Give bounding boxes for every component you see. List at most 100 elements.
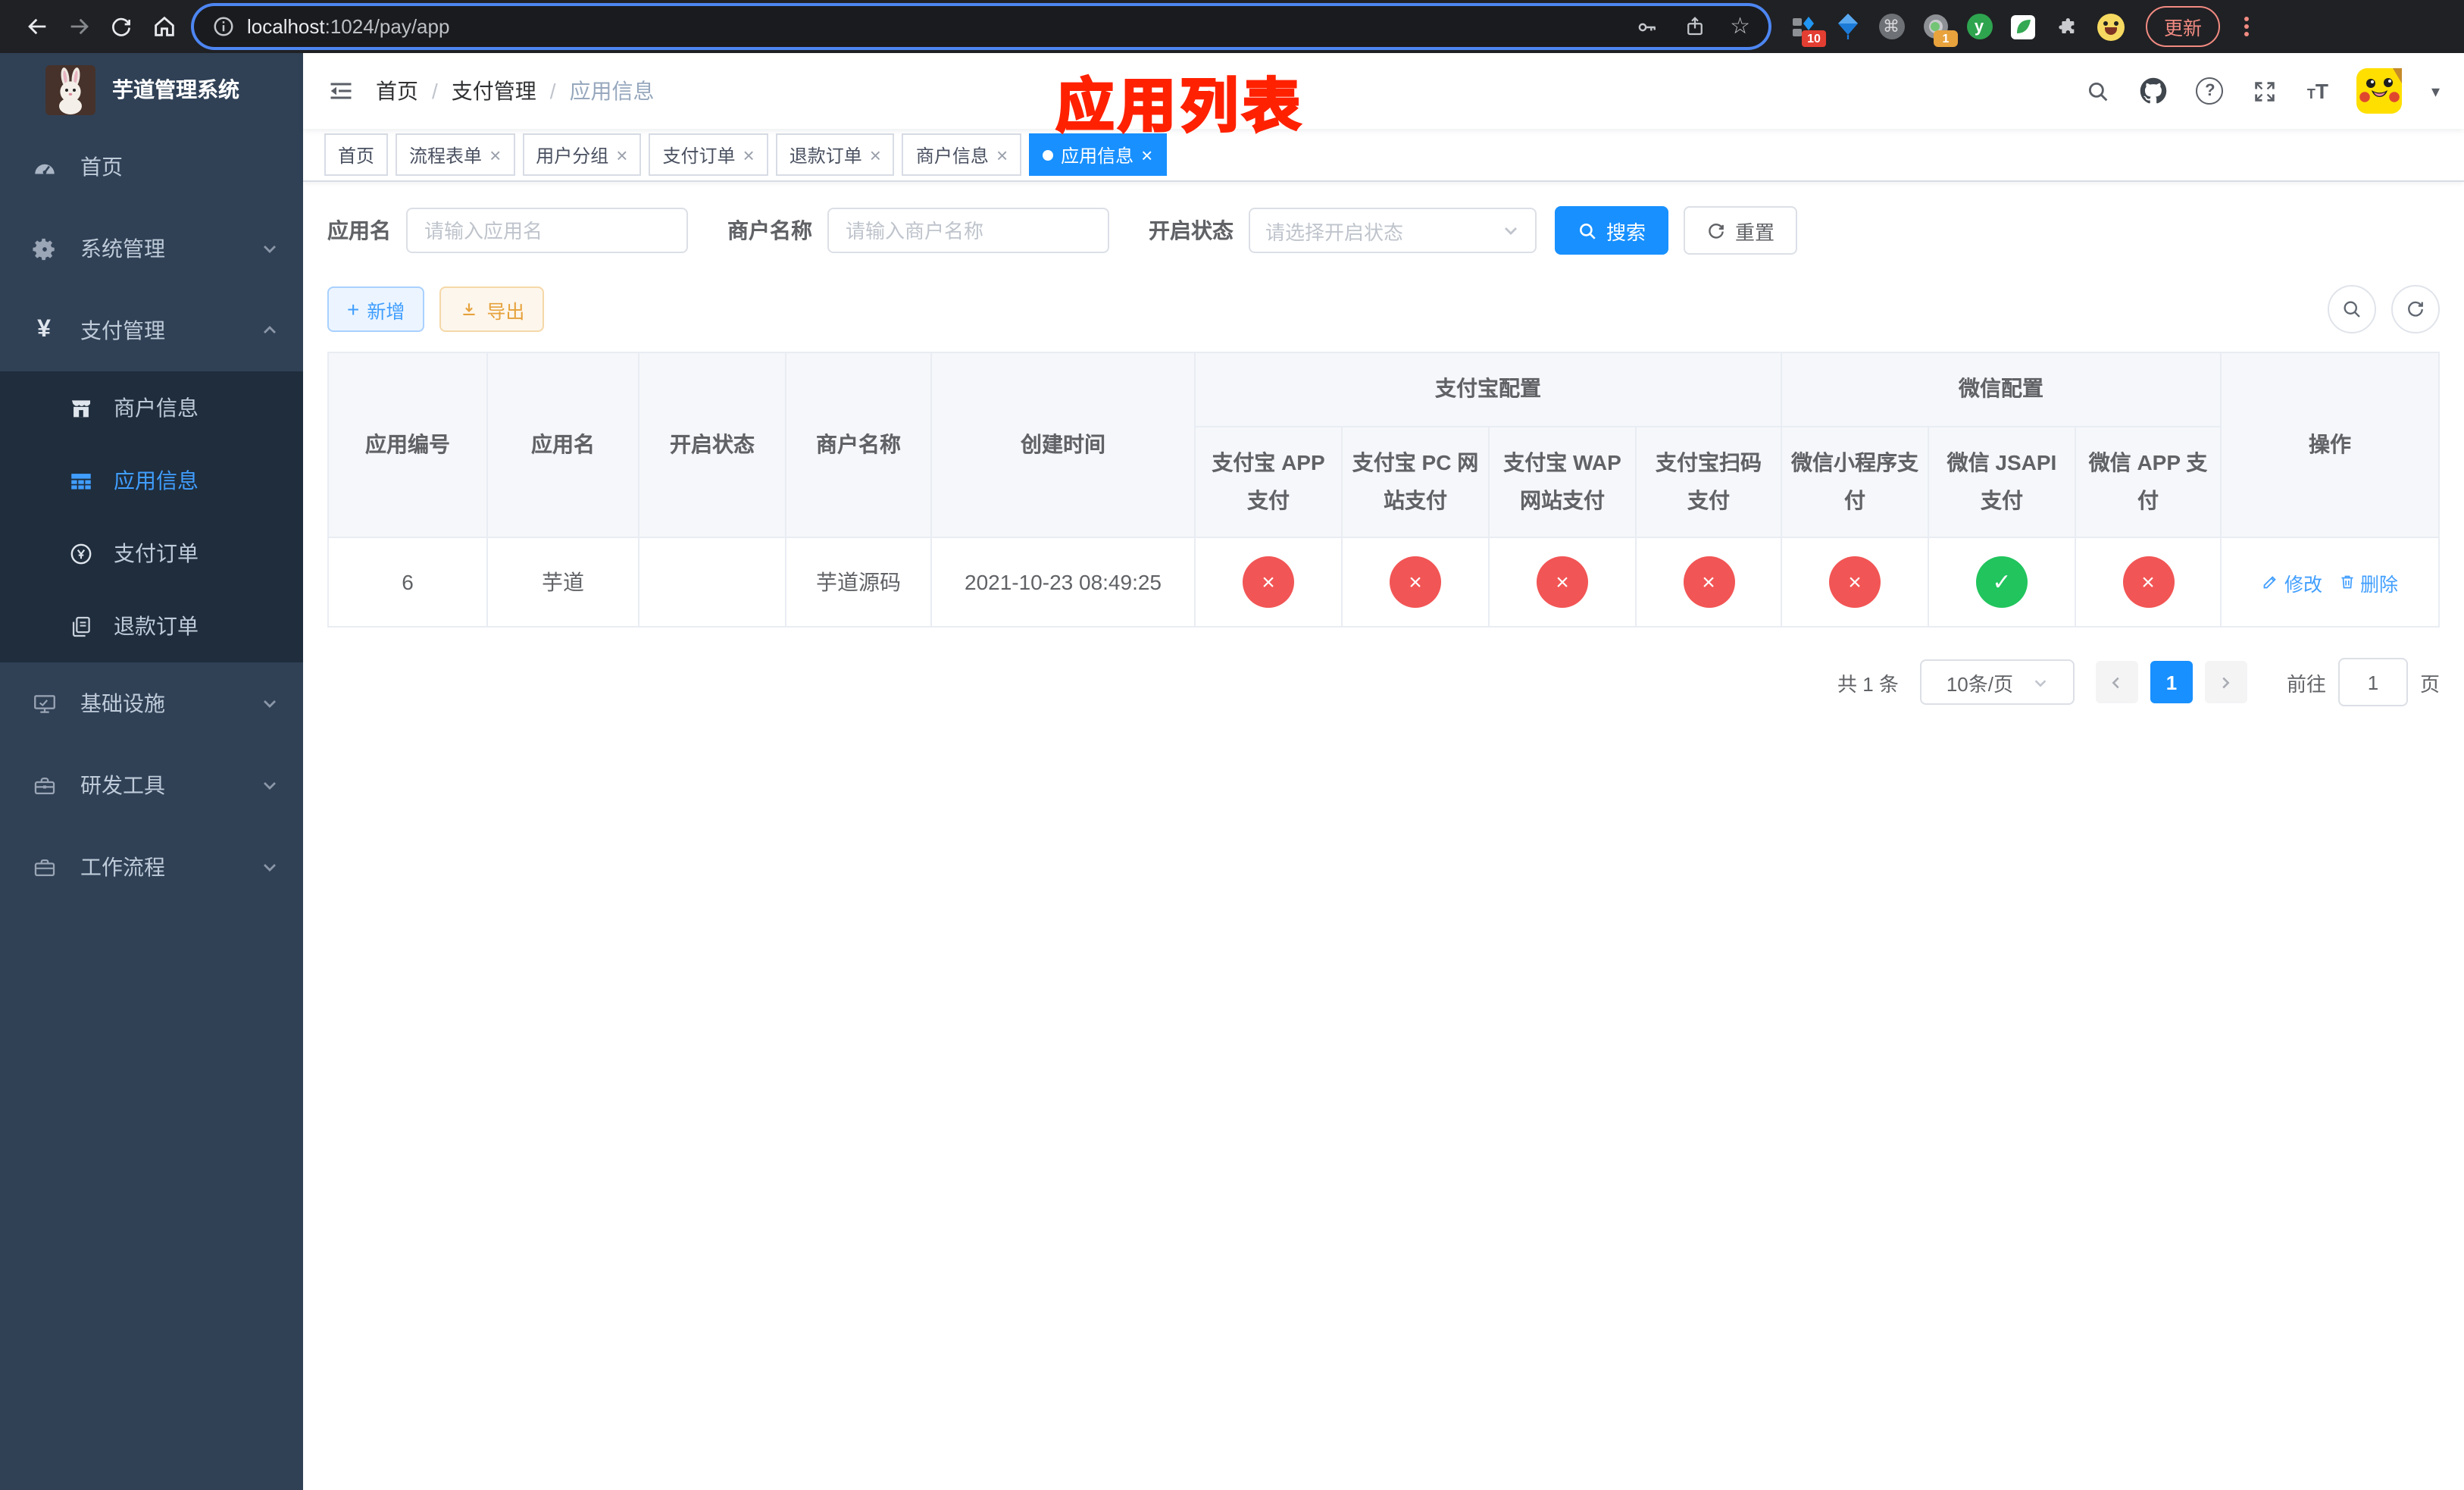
sidebar-item-system[interactable]: 系统管理	[0, 208, 303, 290]
close-icon[interactable]: ×	[743, 145, 755, 164]
next-page-button[interactable]	[2204, 661, 2247, 703]
column-header: 应用名	[486, 352, 639, 538]
sidebar-item-app-info[interactable]: 应用信息	[0, 444, 303, 517]
page-content: 应用名 商户名称 开启状态 请选择开启状态 搜索	[303, 182, 2464, 1490]
pagination: 共 1 条 10条/页 1 前往 1 页	[327, 658, 2440, 706]
storefront-icon	[67, 395, 94, 421]
browser-profile-avatar[interactable]	[2097, 13, 2125, 40]
avatar-dropdown-caret-icon[interactable]: ▾	[2431, 81, 2440, 101]
close-icon[interactable]: ×	[1141, 145, 1152, 164]
chevron-right-icon	[2223, 676, 2231, 688]
status-select[interactable]: 请选择开启状态	[1249, 208, 1537, 253]
github-icon[interactable]	[2140, 77, 2168, 105]
share-icon[interactable]	[1683, 15, 1706, 38]
search-button[interactable]: 搜索	[1555, 206, 1669, 255]
refresh-icon	[1709, 223, 1724, 238]
wechat-app-status-icon: ×	[2122, 556, 2174, 608]
toggle-search-button[interactable]	[2328, 285, 2376, 333]
extension-grid-icon[interactable]: 10	[1790, 13, 1826, 46]
browser-forward-button[interactable]	[58, 5, 100, 48]
breadcrumb-home[interactable]: 首页	[376, 76, 418, 106]
download-icon	[463, 302, 475, 315]
refresh-table-button[interactable]	[2391, 285, 2440, 333]
chevron-down-icon	[261, 239, 279, 258]
app-table: 应用编号 应用名 开启状态 商户名称 创建时间 支付宝配置 微信配置 操作 支付…	[327, 352, 2440, 628]
browser-menu-kebab-icon[interactable]	[2232, 13, 2259, 40]
prev-page-button[interactable]	[2095, 661, 2138, 703]
alipay-wap-status-icon: ×	[1537, 556, 1588, 608]
app-title: 芋道管理系统	[112, 77, 239, 102]
extension-badge: 1	[1934, 30, 1958, 46]
tab-home[interactable]: 首页	[324, 133, 389, 176]
emoji-avatar-icon	[2097, 13, 2125, 40]
sidebar-collapse-icon[interactable]	[327, 77, 355, 105]
extension-yuque-icon[interactable]: y	[1965, 13, 1993, 40]
chevron-left-icon	[2112, 676, 2120, 688]
column-header: 开启状态	[638, 352, 786, 538]
close-icon[interactable]: ×	[616, 145, 627, 164]
tab-merchant-info[interactable]: 商户信息 ×	[902, 133, 1022, 176]
reset-button[interactable]: 重置	[1684, 206, 1798, 255]
extension-command-icon[interactable]: ⌘	[1878, 13, 1905, 40]
close-icon[interactable]: ×	[489, 145, 501, 164]
goto-page-input[interactable]	[2337, 658, 2408, 706]
table-grid-icon	[67, 468, 94, 493]
tab-refund-order[interactable]: 退款订单 ×	[775, 133, 895, 176]
browser-update-button[interactable]: 更新	[2146, 6, 2221, 47]
help-icon[interactable]: ?	[2196, 77, 2224, 105]
url-path: :1024/pay/app	[324, 15, 450, 38]
top-navbar: 首页 / 支付管理 / 应用信息 ? T T ▾	[303, 53, 2464, 129]
sidebar-item-label: 退款订单	[114, 614, 199, 638]
tab-process-form[interactable]: 流程表单 ×	[396, 133, 515, 176]
bookmark-star-icon[interactable]: ☆	[1730, 15, 1750, 38]
merchant-name-input[interactable]	[827, 208, 1109, 253]
browser-home-button[interactable]	[142, 5, 185, 48]
forward-arrow-icon	[70, 18, 88, 35]
sidebar-item-pay-orders[interactable]: 支付订单	[0, 517, 303, 590]
current-page-button[interactable]: 1	[2150, 661, 2193, 703]
extensions-puzzle-icon[interactable]	[2053, 13, 2081, 40]
sidebar-item-payment[interactable]: ¥ 支付管理	[0, 290, 303, 371]
password-key-icon[interactable]	[1634, 14, 1659, 39]
sidebar-item-workflow[interactable]: 工作流程	[0, 826, 303, 908]
extension-badge: 10	[1802, 30, 1826, 46]
address-bar[interactable]: localhost:1024/pay/app ☆	[194, 6, 1768, 47]
monitor-icon	[30, 690, 58, 716]
sidebar-item-home[interactable]: 首页	[0, 126, 303, 208]
page-size-select[interactable]: 10条/页	[1919, 659, 2075, 705]
font-size-icon[interactable]: TT	[2307, 80, 2328, 102]
browser-back-button[interactable]	[15, 5, 58, 48]
extension-notes-icon[interactable]	[2009, 13, 2037, 40]
close-icon[interactable]: ×	[996, 145, 1008, 164]
sidebar-item-merchant-info[interactable]: 商户信息	[0, 371, 303, 444]
close-icon[interactable]: ×	[870, 145, 881, 164]
tab-user-group[interactable]: 用户分组 ×	[522, 133, 642, 176]
table-row: 6 芋道 芋道源码 2021-10-23 08:49:25 × × × × × …	[327, 537, 2440, 628]
sidebar-item-refund-orders[interactable]: 退款订单	[0, 590, 303, 662]
app-name-input[interactable]	[406, 208, 688, 253]
site-info-icon[interactable]	[212, 15, 235, 38]
extension-recorder-icon[interactable]: 1	[1921, 13, 1958, 46]
delete-link[interactable]: 删除	[2337, 568, 2398, 596]
app-name-label: 应用名	[327, 218, 391, 243]
goto-label: 前往	[2286, 672, 2326, 695]
extension-kite-icon[interactable]	[1834, 13, 1861, 40]
export-button[interactable]: 导出	[439, 286, 545, 332]
plus-icon: +	[347, 297, 360, 321]
tab-pay-order[interactable]: 支付订单 ×	[649, 133, 768, 176]
chevron-down-icon	[2034, 679, 2046, 687]
header-search-icon[interactable]	[2086, 78, 2112, 104]
sidebar-item-dev-tools[interactable]: 研发工具	[0, 744, 303, 826]
goto-unit-label: 页	[2419, 672, 2440, 695]
status-label: 开启状态	[1149, 218, 1234, 243]
dashboard-icon	[30, 154, 58, 180]
user-avatar[interactable]	[2356, 68, 2403, 114]
edit-link[interactable]: 修改	[2262, 568, 2322, 596]
breadcrumb-payment[interactable]: 支付管理	[452, 76, 536, 106]
add-button[interactable]: + 新增	[327, 286, 425, 332]
sidebar-item-infrastructure[interactable]: 基础设施	[0, 662, 303, 744]
sidebar-logo-row[interactable]: 芋道管理系统	[0, 53, 303, 126]
cell-merchant-name: 芋道源码	[785, 537, 932, 628]
browser-reload-button[interactable]	[100, 5, 142, 48]
fullscreen-icon[interactable]	[2253, 78, 2278, 104]
